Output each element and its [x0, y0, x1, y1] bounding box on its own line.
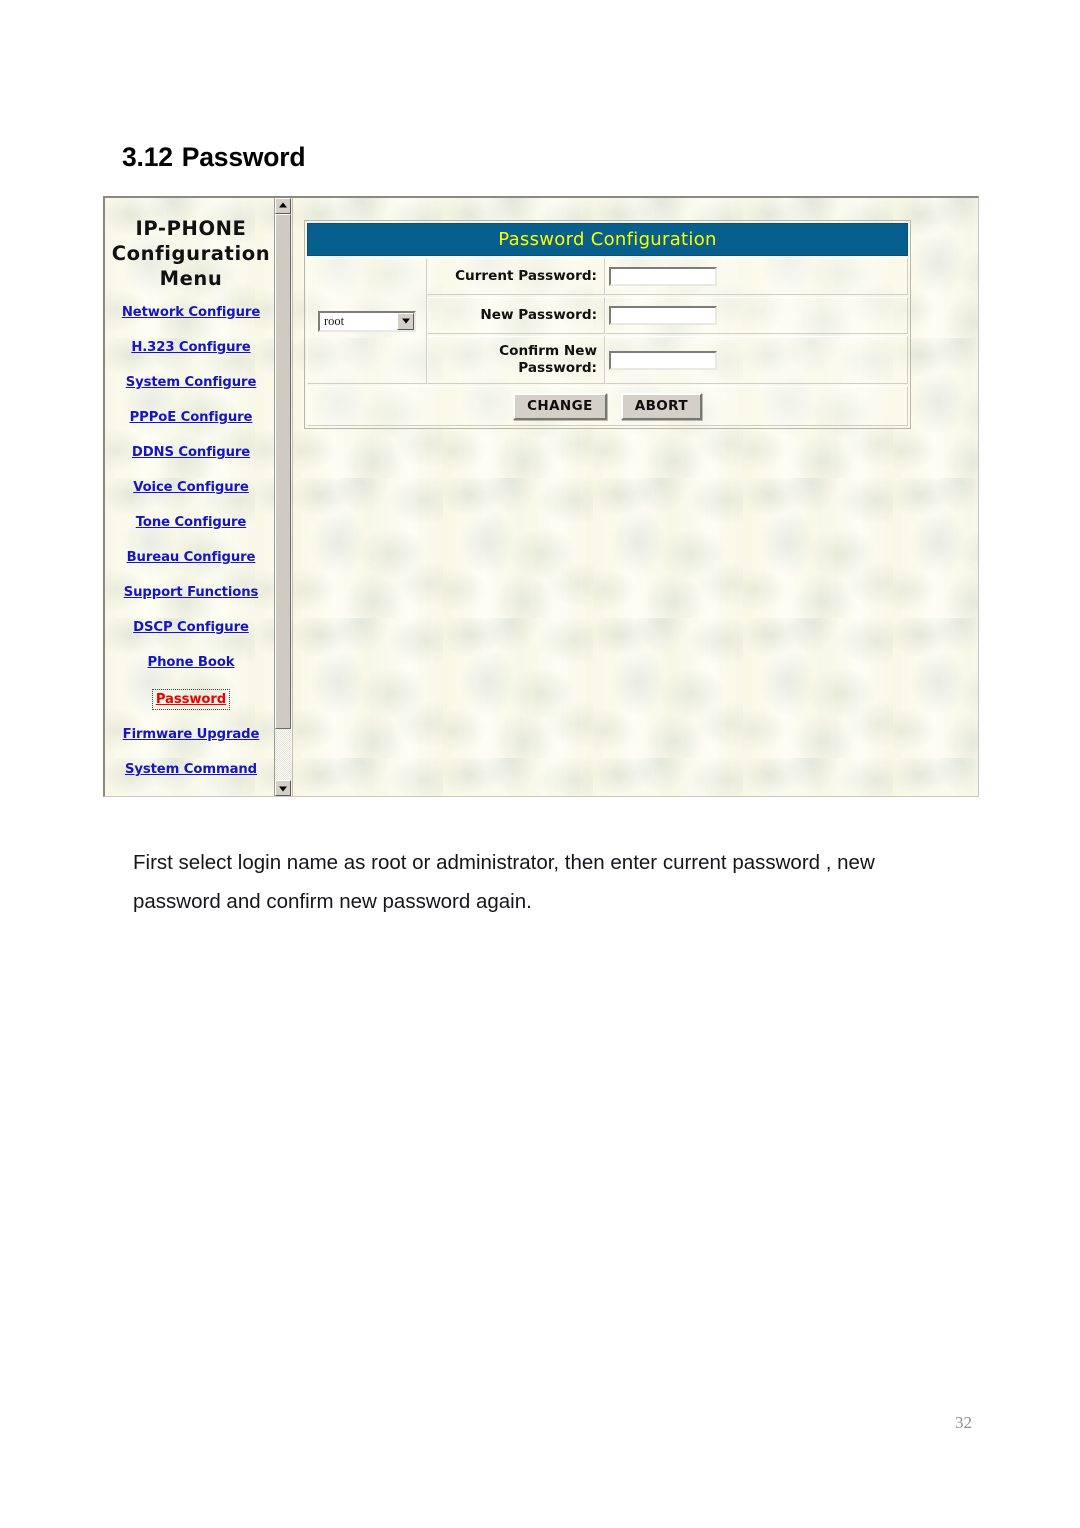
new-password-field-cell: [605, 297, 908, 334]
new-password-label: New Password:: [427, 297, 605, 334]
page-number: 32: [955, 1413, 972, 1432]
change-button[interactable]: CHANGE: [513, 392, 607, 420]
form-body: root Current Password: New Password: Con…: [307, 258, 908, 384]
sidebar-item-password[interactable]: Password: [151, 689, 231, 710]
sidebar-item-firmware-upgrade[interactable]: Firmware Upgrade: [105, 727, 277, 742]
form-row-confirm-new-password: Confirm New Password:: [427, 336, 908, 384]
sidebar-item-system-configure[interactable]: System Configure: [105, 375, 277, 390]
sidebar-title: IP-PHONE Configuration Menu: [105, 216, 277, 291]
form-rows: Current Password: New Password: Confirm …: [427, 258, 908, 384]
form-row-current-password: Current Password:: [427, 258, 908, 295]
user-select-cell: root: [307, 258, 427, 384]
sidebar-item-support-functions[interactable]: Support Functions: [105, 585, 277, 600]
caption-text: First select login name as root or admin…: [133, 851, 875, 913]
scrollbar-thumb[interactable]: [275, 214, 291, 730]
sidebar-item-pppoe-configure[interactable]: PPPoE Configure: [105, 410, 277, 425]
scroll-down-button[interactable]: [275, 780, 291, 796]
login-name-select[interactable]: root: [318, 310, 416, 332]
form-row-new-password: New Password:: [427, 297, 908, 334]
section-number: 3.12: [122, 142, 173, 172]
section-title: Password: [181, 142, 306, 172]
sidebar-item-system-command[interactable]: System Command: [105, 762, 277, 777]
chevron-down-icon[interactable]: [397, 312, 414, 330]
sidebar-item-h323-configure[interactable]: H.323 Configure: [105, 340, 277, 355]
sidebar-pane: IP-PHONE Configuration Menu Network Conf…: [105, 198, 293, 796]
sidebar-item-bureau-configure[interactable]: Bureau Configure: [105, 550, 277, 565]
sidebar-content: IP-PHONE Configuration Menu Network Conf…: [105, 198, 277, 796]
sidebar-item-tone-configure[interactable]: Tone Configure: [105, 515, 277, 530]
document-page: 3.12 Password IP-PHONE Configuration Menu…: [0, 0, 1080, 1528]
current-password-field-cell: [605, 258, 908, 295]
sidebar-item-phone-book[interactable]: Phone Book: [105, 655, 277, 670]
sidebar-item-ddns-configure[interactable]: DDNS Configure: [105, 445, 277, 460]
sidebar-scrollbar[interactable]: [274, 198, 291, 796]
sidebar-title-line-1: IP-PHONE: [135, 217, 247, 240]
content-pane: Password Configuration root Current Pass…: [293, 198, 978, 796]
sidebar-item-dscp-configure[interactable]: DSCP Configure: [105, 620, 277, 635]
current-password-label: Current Password:: [427, 258, 605, 295]
form-header-title: Password Configuration: [307, 223, 908, 256]
confirm-new-password-label-line-1: Confirm New: [499, 343, 597, 359]
confirm-new-password-field-cell: [605, 336, 908, 384]
sidebar-item-voice-configure[interactable]: Voice Configure: [105, 480, 277, 495]
scrollbar-track[interactable]: [275, 214, 291, 780]
current-password-input[interactable]: [609, 267, 717, 286]
page-title: 3.12 Password: [122, 142, 306, 173]
confirm-new-password-input[interactable]: [609, 350, 717, 370]
sidebar-item-network-configure[interactable]: Network Configure: [105, 305, 277, 320]
scroll-up-button[interactable]: [275, 198, 291, 214]
confirm-new-password-label: Confirm New Password:: [427, 336, 605, 384]
browser-window-screenshot: IP-PHONE Configuration Menu Network Conf…: [103, 196, 979, 797]
confirm-new-password-label-line-2: Password:: [518, 360, 597, 376]
password-configuration-form: Password Configuration root Current Pass…: [304, 220, 911, 429]
abort-button[interactable]: ABORT: [620, 392, 702, 420]
sidebar-title-line-3: Menu: [159, 267, 223, 290]
sidebar-title-line-2: Configuration: [111, 242, 271, 265]
login-name-select-value: root: [324, 313, 345, 328]
new-password-input[interactable]: [609, 306, 717, 325]
form-button-row: CHANGE ABORT: [307, 386, 908, 426]
